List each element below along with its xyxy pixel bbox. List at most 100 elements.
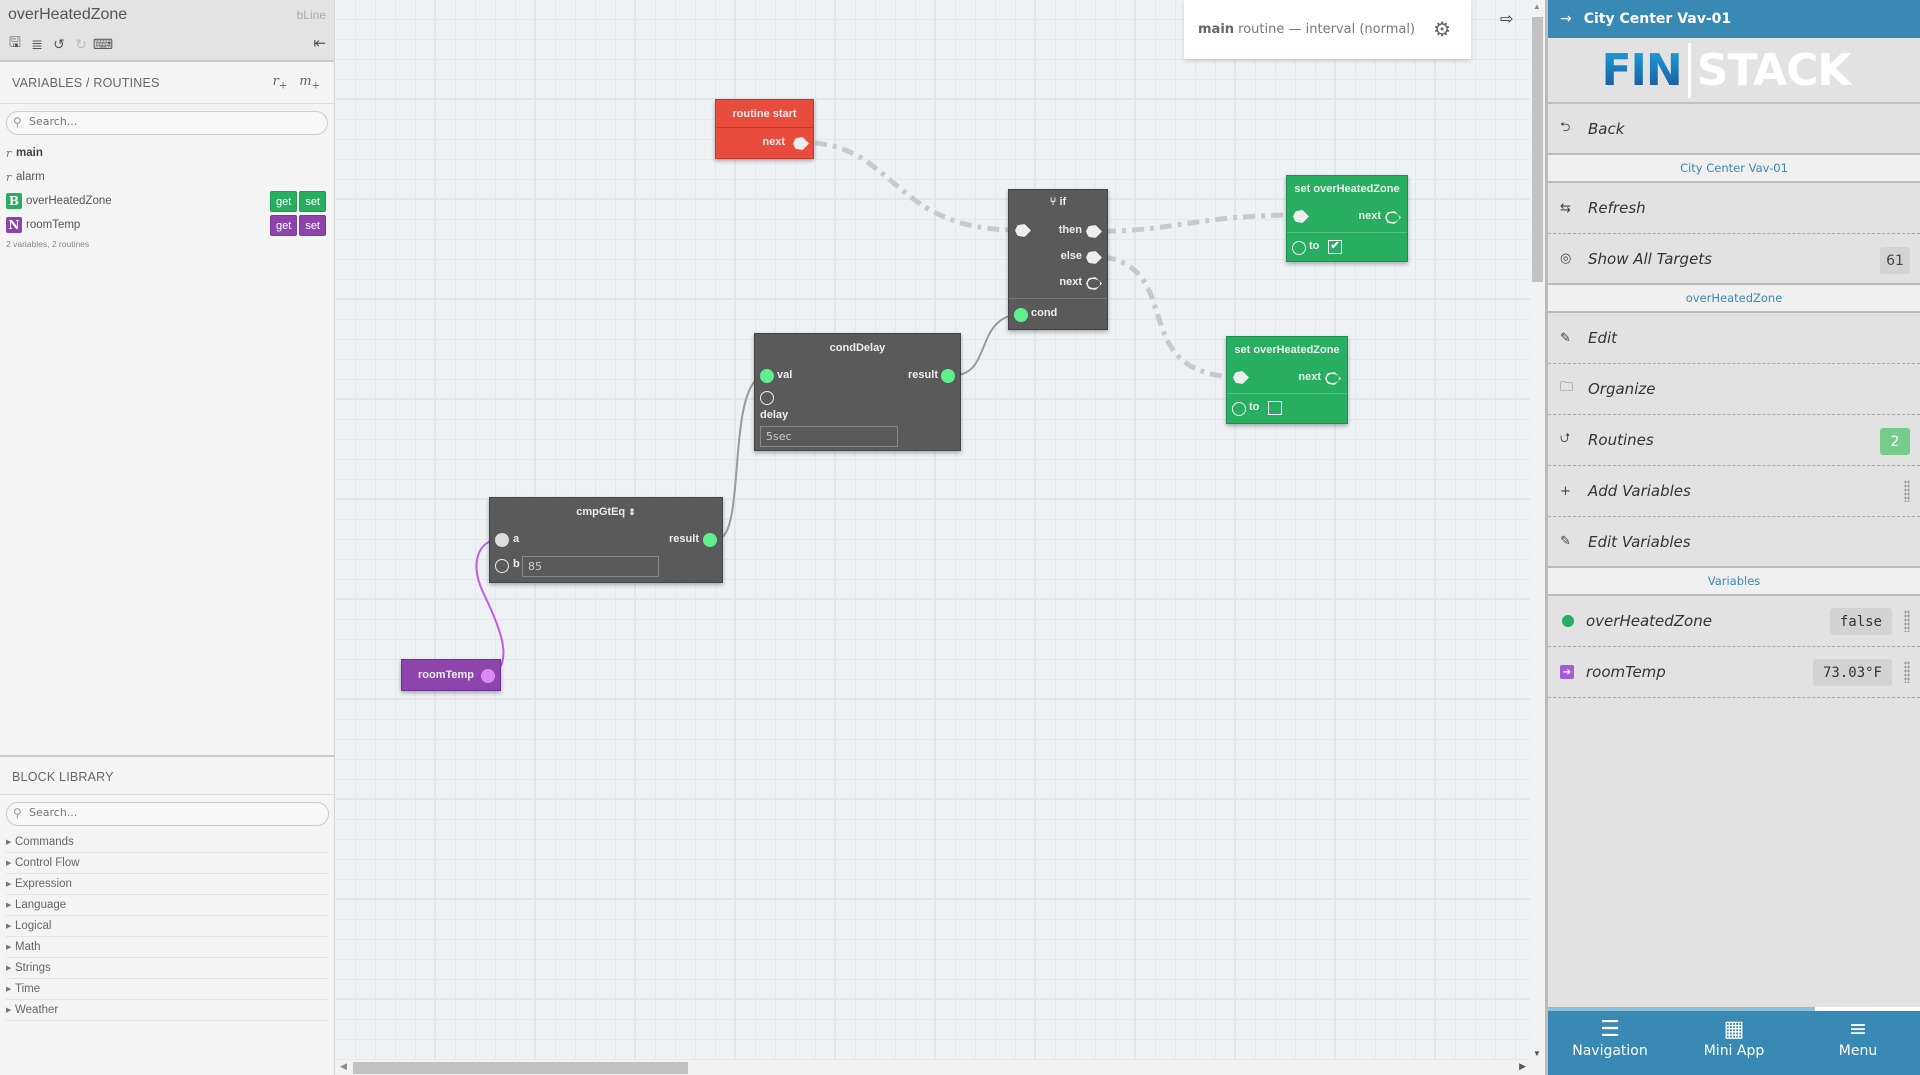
- set-button[interactable]: set: [299, 215, 326, 236]
- value-checkbox-unchecked[interactable]: [1268, 401, 1282, 415]
- horizontal-scrollbar[interactable]: ◀ ▶: [336, 1060, 1530, 1075]
- context-header[interactable]: → City Center Vav-01: [1548, 0, 1920, 38]
- scroll-down-icon[interactable]: ▼: [1533, 1049, 1541, 1058]
- scroll-right-icon[interactable]: ▶: [1519, 1061, 1526, 1072]
- value-checkbox-checked[interactable]: ✔: [1328, 240, 1342, 254]
- library-category[interactable]: ▶ Weather: [6, 1000, 329, 1021]
- b-value-input[interactable]: 85: [522, 556, 659, 577]
- val-port[interactable]: [760, 369, 774, 383]
- variable-row-overheatedzone[interactable]: overHeatedZone false: [1548, 596, 1920, 647]
- block-library: BLOCK LIBRARY ⚲ ▶Commands ▶Control Flow …: [0, 755, 335, 1075]
- variables-routines-list: r main r alarm B overHeatedZone get set N r…: [0, 135, 334, 249]
- library-category[interactable]: ▶ Control Flow: [6, 853, 329, 874]
- logo-stack: STACK: [1696, 44, 1852, 96]
- variable-name: roomTemp: [26, 219, 81, 231]
- redo-icon[interactable]: ↻: [73, 36, 89, 52]
- delay-port[interactable]: [760, 391, 774, 405]
- menu-back[interactable]: ⮌ Back: [1548, 104, 1920, 155]
- block-if[interactable]: ⑂ if then else next cond: [1008, 189, 1108, 330]
- keyboard-icon[interactable]: ⌨: [93, 36, 113, 52]
- library-category[interactable]: ▶ Time: [6, 979, 329, 1000]
- port-label: result: [669, 533, 699, 545]
- flow-in-port[interactable]: [1015, 224, 1031, 237]
- result-port[interactable]: [703, 533, 717, 547]
- set-button[interactable]: set: [299, 191, 326, 212]
- gear-icon[interactable]: ⚙: [1433, 17, 1451, 42]
- vertical-scrollbar[interactable]: ▲ ▼: [1530, 0, 1545, 1060]
- menu-edit[interactable]: ✎ Edit: [1548, 313, 1920, 364]
- b-port[interactable]: [495, 559, 509, 573]
- menu-add-variables[interactable]: + Add Variables: [1548, 466, 1920, 517]
- add-macro-button[interactable]: m+: [299, 74, 320, 92]
- add-routine-button[interactable]: r+: [273, 74, 288, 92]
- variable-row-roomtemp[interactable]: ➔ roomTemp 73.03°F: [1548, 647, 1920, 698]
- block-set-overheatedzone-true[interactable]: set overHeatedZone next to ✔: [1286, 175, 1408, 262]
- next-port[interactable]: [1086, 277, 1102, 290]
- value-port[interactable]: [481, 669, 495, 683]
- variables-search[interactable]: ⚲: [6, 111, 328, 135]
- variable-item-roomtemp[interactable]: N roomTemp get set: [6, 213, 334, 237]
- format-icon[interactable]: ≣: [29, 36, 45, 52]
- library-category[interactable]: ▶ Math: [6, 937, 329, 958]
- library-category[interactable]: ▶ Expression: [6, 874, 329, 895]
- cond-port[interactable]: [1014, 308, 1028, 322]
- block-canvas[interactable]: main routine — interval (normal) ⚙ ⇨ rou…: [336, 0, 1530, 1060]
- block-conddelay[interactable]: condDelay val result delay 5sec: [754, 333, 961, 451]
- menu-edit-variables[interactable]: ✎ Edit Variables: [1548, 517, 1920, 568]
- dock-right-icon[interactable]: ⇨: [1500, 9, 1513, 29]
- then-port[interactable]: [1086, 225, 1102, 238]
- menu-routines[interactable]: ⮍ Routines 2: [1548, 415, 1920, 466]
- get-button[interactable]: get: [270, 191, 298, 212]
- next-port[interactable]: [793, 137, 809, 150]
- drag-handle-icon[interactable]: [1904, 480, 1910, 502]
- horizontal-scroll-thumb[interactable]: [353, 1062, 688, 1074]
- to-port[interactable]: [1232, 402, 1246, 416]
- next-port[interactable]: [1325, 372, 1341, 385]
- variables-search-input[interactable]: [29, 115, 309, 128]
- expand-icon: ▶: [6, 860, 12, 867]
- undo-icon[interactable]: ↺: [51, 36, 67, 52]
- menu-refresh[interactable]: ⇆ Refresh: [1548, 183, 1920, 234]
- targets-count-badge: 61: [1880, 247, 1910, 274]
- flow-in-port[interactable]: [1293, 210, 1309, 223]
- progress-indicator: [1548, 1007, 1815, 1011]
- block-cmpgteq[interactable]: cmpGtEq ⇕ a result b 85: [489, 497, 723, 583]
- delay-input[interactable]: 5sec: [760, 426, 898, 447]
- library-category[interactable]: ▶ Strings: [6, 958, 329, 979]
- library-category[interactable]: ▶ Language: [6, 895, 329, 916]
- else-port[interactable]: [1086, 251, 1102, 264]
- variable-item-overheatedzone[interactable]: B overHeatedZone get set: [6, 189, 334, 213]
- menu-show-all-targets[interactable]: ◎ Show All Targets 61: [1548, 234, 1920, 285]
- block-routine-start[interactable]: routine start next: [715, 99, 814, 159]
- bool-status-icon: [1562, 615, 1574, 627]
- nav-menu[interactable]: ≡ Menu: [1796, 1017, 1920, 1059]
- drag-handle-icon[interactable]: [1904, 610, 1910, 632]
- library-search[interactable]: ⚲: [6, 802, 329, 826]
- scroll-left-icon[interactable]: ◀: [340, 1061, 347, 1072]
- scroll-up-icon[interactable]: ▲: [1533, 2, 1541, 11]
- menu-organize[interactable]: 🗀 Organize: [1548, 364, 1920, 415]
- a-port[interactable]: [495, 533, 509, 547]
- result-port[interactable]: [941, 369, 955, 383]
- library-search-input[interactable]: [29, 806, 309, 819]
- port-label: result: [908, 369, 938, 381]
- drag-handle-icon[interactable]: [1904, 661, 1910, 683]
- library-category[interactable]: ▶ Logical: [6, 916, 329, 937]
- nav-mini-app[interactable]: ▦ Mini App: [1672, 1017, 1796, 1059]
- library-category[interactable]: ▶ Commands: [6, 832, 329, 853]
- nav-navigation[interactable]: ☰ Navigation: [1548, 1017, 1672, 1059]
- flow-in-port[interactable]: [1233, 371, 1249, 384]
- collapse-left-icon[interactable]: ⇤: [313, 34, 326, 52]
- vertical-scroll-thumb[interactable]: [1532, 17, 1543, 282]
- to-port[interactable]: [1292, 241, 1306, 255]
- sort-icon[interactable]: ⇕: [628, 507, 636, 517]
- next-port[interactable]: [1385, 211, 1401, 224]
- block-title: condDelay: [829, 342, 886, 354]
- menu-label: Edit: [1588, 329, 1618, 347]
- block-roomtemp-get[interactable]: roomTemp: [401, 659, 501, 691]
- get-button[interactable]: get: [270, 215, 298, 236]
- routine-item-main[interactable]: r main: [6, 141, 334, 165]
- block-set-overheatedzone-false[interactable]: set overHeatedZone next to: [1226, 336, 1348, 424]
- save-icon[interactable]: 🖫: [7, 34, 23, 52]
- routine-item-alarm[interactable]: r alarm: [6, 165, 334, 189]
